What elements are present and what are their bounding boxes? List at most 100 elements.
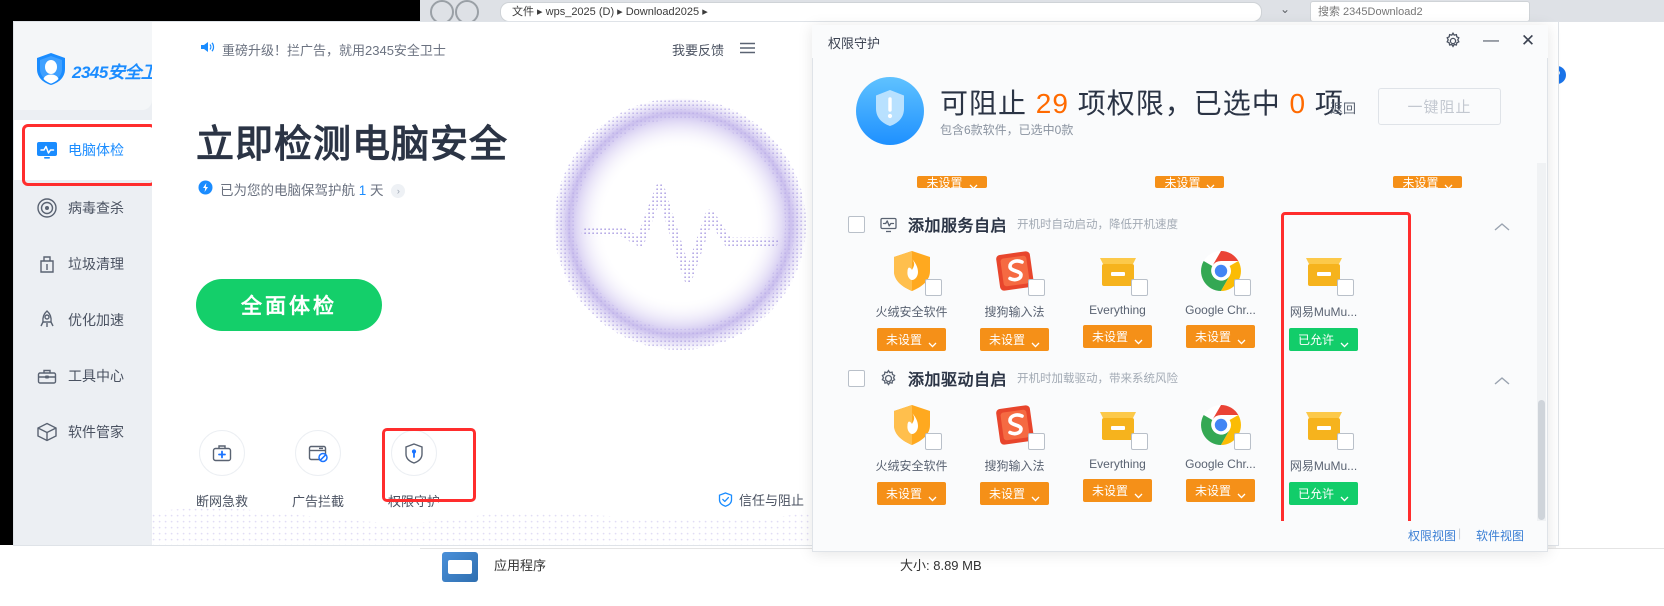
permission-badge-label: 未设置: [1091, 330, 1128, 344]
app-cell[interactable]: Google Chr... 未设置: [1169, 248, 1272, 351]
permission-badge[interactable]: 未设置: [1393, 175, 1463, 190]
nav-back-icon[interactable]: [430, 0, 454, 24]
app-name: Everything: [1089, 303, 1146, 317]
background-status-strip: [420, 548, 1664, 606]
app-cell[interactable]: Everything 未设置: [1066, 248, 1169, 351]
summary-prefix: 可阻止: [940, 88, 1028, 119]
everything-icon: [1095, 402, 1148, 450]
app-checkbox[interactable]: [1130, 433, 1148, 450]
app-cell[interactable]: 搜狗输入法 未设置: [963, 248, 1066, 351]
hamburger-icon[interactable]: [740, 41, 755, 54]
section-description: 开机时自动启动，降低开机速度: [1017, 219, 1179, 231]
selected-count: 0: [1289, 88, 1307, 119]
app-checkbox[interactable]: [924, 433, 942, 450]
rocket-icon: [36, 309, 58, 331]
full-checkup-button[interactable]: 全面体检: [196, 279, 382, 331]
app-name: Google Chr...: [1185, 457, 1256, 471]
sidebar-item-virus-scan[interactable]: 病毒查杀: [14, 180, 152, 236]
page-title: 立即检测电脑安全: [196, 124, 509, 166]
permission-badge[interactable]: 未设置: [1185, 325, 1255, 348]
protection-days: 1: [358, 183, 367, 198]
app-checkbox[interactable]: [1130, 279, 1148, 296]
sidebar-item-label: 优化加速: [68, 312, 124, 328]
sidebar-item-junk-clean[interactable]: 垃圾清理: [14, 236, 152, 292]
protection-suffix: 天: [370, 183, 384, 198]
chevron-down-icon: [1031, 337, 1040, 348]
permission-badge[interactable]: 未设置: [876, 328, 946, 351]
sidebar-item-label: 病毒查杀: [68, 200, 124, 216]
app-checkbox[interactable]: [1233, 433, 1251, 450]
chevron-up-icon[interactable]: [1494, 373, 1510, 385]
chevron-down-icon: [1134, 334, 1143, 345]
chevron-up-icon[interactable]: [1494, 219, 1510, 231]
permission-badge[interactable]: 未设置: [1155, 175, 1225, 190]
feedback-link[interactable]: 我要反馈: [672, 40, 724, 59]
trust-and-block-label: 信任与阻止: [739, 493, 805, 508]
trust-and-block-link[interactable]: 信任与阻止: [718, 490, 804, 509]
speaker-icon: [200, 40, 216, 54]
alert-shield-icon: [855, 76, 925, 146]
quick-action-label: 断网急救: [195, 494, 248, 509]
close-icon[interactable]: ✕: [1518, 31, 1538, 51]
promo-banner-text[interactable]: 重磅升级！拦广告，就用2345安全卫士: [222, 40, 446, 59]
permission-badge[interactable]: 未设置: [1082, 325, 1152, 348]
app-cell[interactable]: 火绒安全软件 未设置: [860, 402, 963, 505]
app-cell[interactable]: Google Chr... 未设置: [1169, 402, 1272, 505]
chevron-down-icon: [1031, 491, 1040, 502]
protection-days-text: 已为您的电脑保驾护航 1 天 ›: [220, 179, 406, 199]
app-checkbox[interactable]: [1027, 279, 1045, 296]
section-checkbox[interactable]: [848, 369, 865, 387]
sidebar-item-tool-center[interactable]: 工具中心: [14, 348, 152, 404]
permission-view-link[interactable]: 权限视图: [1408, 527, 1456, 544]
permission-badge[interactable]: 未设置: [1185, 479, 1255, 502]
section-checkbox[interactable]: [848, 215, 865, 233]
permission-badge[interactable]: 未设置: [979, 482, 1049, 505]
app-cell[interactable]: 搜狗输入法 未设置: [963, 402, 1066, 505]
app-name: Google Chr...: [1185, 303, 1256, 317]
sidebar-item-speed-up[interactable]: 优化加速: [14, 292, 152, 348]
chevron-down-icon[interactable]: ⌄: [1280, 2, 1290, 16]
section-header-driver-autostart[interactable]: 添加驱动自启 开机时加载驱动，带来系统风险: [848, 361, 1538, 395]
chevron-down-icon: [928, 491, 937, 502]
software-view-link[interactable]: 软件视图: [1476, 527, 1524, 544]
app-cell[interactable]: 火绒安全软件 未设置: [860, 248, 963, 351]
quick-action-network-rescue[interactable]: 断网急救: [174, 430, 270, 510]
chevron-down-icon: [1444, 179, 1453, 190]
clipped-badge-row: 未设置 未设置 未设置: [860, 168, 1520, 190]
minimize-button[interactable]: —: [1482, 32, 1500, 50]
permission-badge[interactable]: 未设置: [876, 482, 946, 505]
sidebar-item-label: 垃圾清理: [68, 256, 124, 272]
permission-badge-label: 未设置: [1164, 175, 1201, 190]
quick-action-ad-block[interactable]: 广告拦截: [270, 430, 366, 510]
permission-badge-label: 未设置: [1194, 484, 1231, 498]
sogou-icon: [992, 248, 1045, 296]
section-header-service-autostart[interactable]: 添加服务自启 开机时自动启动，降低开机速度: [848, 207, 1538, 241]
permission-badge[interactable]: 未设置: [917, 175, 987, 190]
explorer-search-placeholder: 搜索 2345Download2: [1318, 6, 1423, 18]
app-checkbox[interactable]: [924, 279, 942, 296]
app-cell[interactable]: Everything 未设置: [1066, 402, 1169, 505]
permission-badge-label: 未设置: [1402, 175, 1439, 190]
nav-forward-icon[interactable]: [455, 0, 479, 24]
panel-scrollbar-thumb[interactable]: [1538, 400, 1545, 520]
toolbox-icon: [36, 365, 58, 387]
back-button[interactable]: 返回: [1330, 98, 1356, 117]
gear-icon[interactable]: [1444, 31, 1462, 50]
chevron-down-icon: [1134, 488, 1143, 499]
permission-badge-label: 未设置: [988, 487, 1025, 501]
permission-badge-label: 未设置: [926, 175, 963, 190]
panel-title: 权限守护: [828, 36, 881, 51]
permission-badge[interactable]: 未设置: [979, 328, 1049, 351]
quick-action-label: 广告拦截: [291, 494, 344, 509]
chrome-icon: [1198, 248, 1251, 296]
chevron-right-icon[interactable]: ›: [391, 184, 406, 198]
chevron-down-icon: [1237, 334, 1246, 345]
black-overlay-left: [0, 0, 14, 545]
block-all-button[interactable]: 一键阻止: [1378, 88, 1501, 125]
sidebar-item-software-manager[interactable]: 软件管家: [14, 404, 152, 460]
app-checkbox[interactable]: [1233, 279, 1251, 296]
chevron-down-icon: [928, 337, 937, 348]
file-type-icon: [442, 552, 478, 582]
app-checkbox[interactable]: [1027, 433, 1045, 450]
permission-badge[interactable]: 未设置: [1082, 479, 1152, 502]
